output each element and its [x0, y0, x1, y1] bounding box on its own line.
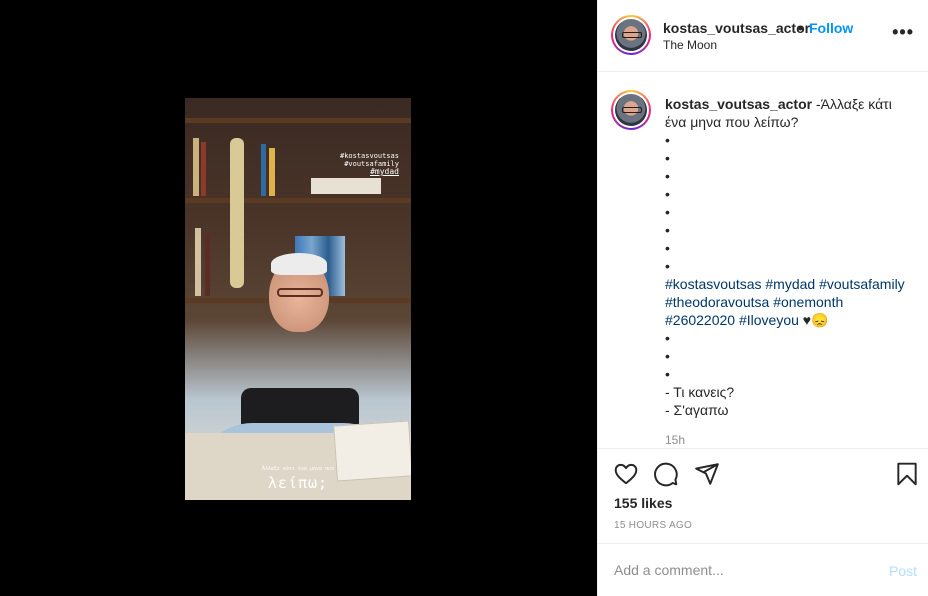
share-icon[interactable]	[694, 461, 720, 487]
media-area: #kostasvoutsas #voutsafamily #mydad Άλλα…	[0, 0, 597, 596]
heart-icon[interactable]	[613, 461, 639, 487]
caption-bullet: •	[665, 204, 670, 220]
caption-line: - Σ'αγαπω	[665, 402, 729, 418]
caption-time[interactable]: 15h	[665, 433, 685, 447]
caption-bullet: •	[665, 150, 670, 166]
book	[193, 138, 199, 196]
caption-bullet: •	[665, 168, 670, 184]
caption-bullet: •	[665, 258, 670, 274]
post-header: kostas_voutsas_actor • Follow The Moon •…	[598, 0, 928, 72]
caption-avatar[interactable]	[611, 90, 651, 130]
separator-dot: •	[798, 20, 803, 36]
person-hair	[271, 253, 327, 275]
avatar-border	[613, 92, 649, 128]
caption-bullet: •	[665, 366, 670, 382]
bookmark-icon[interactable]	[894, 461, 920, 487]
location-link[interactable]: The Moon	[663, 38, 717, 52]
bookshelf	[185, 118, 411, 123]
follow-button[interactable]: Follow	[809, 20, 853, 36]
video-caption-small: Άλλαξε κάτι ένα μηνα που	[261, 466, 335, 472]
emoji-text: ♥😞	[798, 312, 829, 328]
caption-bullet: •	[665, 240, 670, 256]
add-comment-bar: Post	[598, 543, 928, 596]
comments-section[interactable]: kostas_voutsas_actor -Άλλαξε κάτι ένα μη…	[598, 73, 928, 448]
book	[195, 228, 201, 296]
caption-bullet: •	[665, 186, 670, 202]
bookshelf	[185, 198, 411, 203]
glasses	[277, 288, 323, 297]
avatar[interactable]	[611, 15, 651, 55]
caption-text: kostas_voutsas_actor -Άλλαξε κάτι ένα μη…	[665, 95, 915, 419]
figurine	[230, 138, 244, 288]
caption-username[interactable]: kostas_voutsas_actor	[665, 96, 812, 112]
comment-input[interactable]	[614, 560, 864, 580]
comment-icon[interactable]	[653, 461, 679, 487]
hashtag-link[interactable]: #26022020 #Iloveyou	[665, 312, 799, 328]
book	[261, 144, 266, 196]
profile-photo	[615, 94, 647, 126]
username-link[interactable]: kostas_voutsas_actor	[663, 20, 810, 36]
caption-bullet: •	[665, 330, 670, 346]
video-hashtags: #kostasvoutsas #voutsafamily #mydad	[340, 152, 399, 176]
caption-line: - Τι κανεις?	[665, 384, 735, 400]
likes-count[interactable]: 155 likes	[614, 495, 672, 511]
more-options-icon[interactable]: •••	[892, 22, 914, 43]
post-actions: 155 likes 15 HOURS AGO	[598, 448, 928, 543]
book	[201, 142, 206, 196]
post-timestamp[interactable]: 15 HOURS AGO	[614, 520, 692, 531]
caption-bullet: •	[665, 132, 670, 148]
book	[269, 148, 275, 196]
video-caption-big: λείπω;	[267, 474, 329, 492]
book	[205, 234, 210, 296]
hashtag-link[interactable]: #kostasvoutsas #mydad #voutsafamily	[665, 275, 915, 293]
video-main-tag: #mydad	[370, 167, 399, 176]
post-panel: kostas_voutsas_actor • Follow The Moon •…	[597, 0, 928, 596]
avatar-border	[613, 17, 649, 53]
book	[311, 178, 381, 194]
caption-bullet: •	[665, 222, 670, 238]
caption-bullet: •	[665, 348, 670, 364]
video-player[interactable]: #kostasvoutsas #voutsafamily #mydad Άλλα…	[185, 98, 411, 500]
post-comment-button[interactable]: Post	[889, 563, 917, 579]
profile-photo	[615, 19, 647, 51]
video-tag: #kostasvoutsas	[339, 152, 399, 160]
caption-first-line: kostas_voutsas_actor -Άλλαξε κάτι ένα μη…	[665, 95, 915, 131]
hashtag-line: #26022020 #Iloveyou ♥😞	[665, 311, 915, 329]
hashtag-link[interactable]: #theodoravoutsa #onemonth	[665, 293, 915, 311]
paper-stack	[333, 420, 411, 482]
